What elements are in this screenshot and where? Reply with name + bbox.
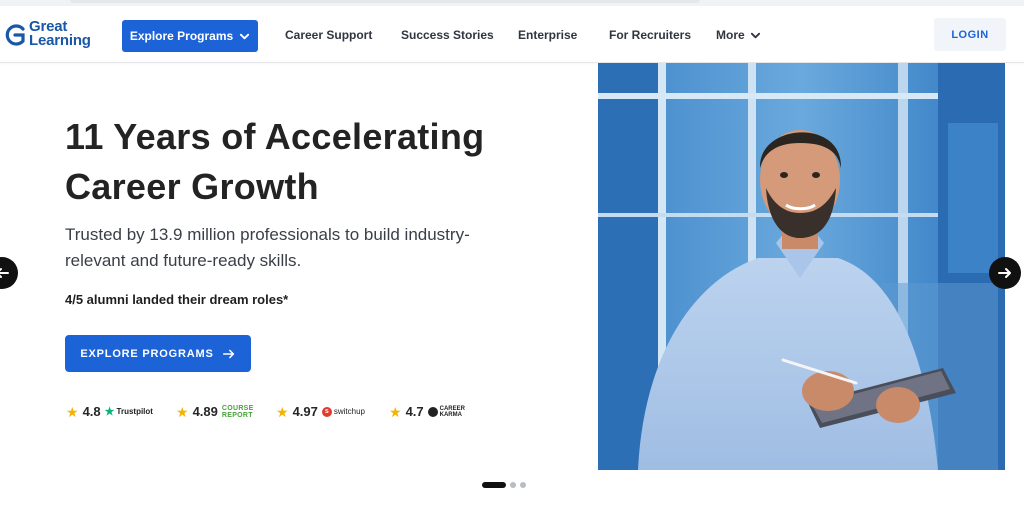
hero-subtitle-line-1: Trusted by 13.9 million professionals to… — [65, 225, 470, 244]
hero-subtitle: Trusted by 13.9 million professionals to… — [65, 222, 535, 274]
chevron-down-icon — [750, 32, 760, 38]
switchup-label: switchup — [333, 407, 365, 416]
carousel-dot[interactable] — [510, 482, 516, 488]
nav-label: More — [716, 28, 745, 42]
rating-value: 4.97 — [292, 404, 318, 419]
carousel-dot[interactable] — [520, 482, 526, 488]
cta-label: EXPLORE PROGRAMS — [80, 347, 214, 360]
nav-career-support[interactable]: Career Support — [285, 28, 372, 42]
trustpilot-star-icon: ★ — [104, 406, 115, 418]
rating-switchup: ★ 4.97 s switchup — [276, 404, 365, 419]
hero-title-line-1: 11 Years of Accelerating — [65, 116, 485, 157]
nav-label: Success Stories — [401, 28, 494, 42]
arrow-right-icon — [998, 268, 1011, 278]
course-report-line-2: REPORT — [221, 411, 253, 419]
career-karma-logo: CAREER KARMA — [427, 405, 465, 418]
great-learning-g-icon — [5, 24, 25, 46]
nav-label: Enterprise — [518, 28, 578, 42]
trustpilot-label: Trustpilot — [116, 407, 153, 416]
switchup-logo: s switchup — [321, 406, 365, 417]
star-icon: ★ — [66, 403, 79, 420]
hero-subtitle-line-2: relevant and future-ready skills. — [65, 251, 302, 270]
star-icon: ★ — [389, 403, 402, 420]
arrow-right-icon — [222, 349, 234, 358]
nav-enterprise[interactable]: Enterprise — [518, 28, 577, 42]
career-karma-line-2: KARMA — [439, 411, 462, 418]
career-karma-line-1: CAREER — [439, 405, 465, 412]
login-label: LOGIN — [951, 28, 989, 41]
arrow-left-icon — [0, 268, 9, 278]
nav-label: Career Support — [285, 28, 373, 42]
explore-programs-cta-button[interactable]: EXPLORE PROGRAMS — [65, 335, 251, 372]
great-learning-logo[interactable]: Great Learning — [4, 18, 100, 52]
rating-value: 4.89 — [192, 404, 218, 419]
explore-programs-button[interactable]: Explore Programs — [122, 20, 258, 52]
star-icon: ★ — [176, 403, 189, 420]
carousel-indicators — [482, 482, 526, 488]
carousel-prev-button[interactable] — [0, 257, 18, 289]
carousel-next-button[interactable] — [989, 257, 1021, 289]
rating-value: 4.7 — [405, 404, 424, 419]
course-report-line-1: COURSE — [221, 404, 254, 412]
rating-value: 4.8 — [82, 404, 101, 419]
chevron-down-icon — [240, 33, 250, 39]
site-header: Great Learning Explore Programs Career S… — [0, 6, 1024, 63]
logo-line-2: Learning — [29, 32, 91, 49]
nav-success-stories[interactable]: Success Stories — [401, 28, 494, 42]
nav-label: For Recruiters — [609, 28, 692, 42]
explore-programs-label: Explore Programs — [129, 29, 234, 43]
switchup-mark-icon: s — [321, 406, 332, 417]
nav-more[interactable]: More — [716, 28, 761, 42]
rating-course-report: ★ 4.89 COURSE REPORT — [176, 404, 254, 419]
ratings-row: ★ 4.8 ★ Trustpilot ★ 4.89 COURSE REPORT ★… — [66, 404, 486, 424]
rating-trustpilot: ★ 4.8 ★ Trustpilot — [66, 404, 153, 419]
hero-title-line-2: Career Growth — [65, 166, 319, 207]
logo-wordmark: Great Learning — [29, 19, 91, 49]
career-karma-mark-icon — [427, 406, 438, 417]
hero-title: 11 Years of Accelerating Career Growth — [65, 112, 585, 212]
rating-career-karma: ★ 4.7 CAREER KARMA — [389, 404, 465, 419]
nav-for-recruiters[interactable]: For Recruiters — [609, 28, 691, 42]
login-button[interactable]: LOGIN — [934, 18, 1006, 51]
hero-photo-illustration — [598, 63, 1005, 470]
top-strip-bar — [70, 0, 700, 3]
trustpilot-logo: ★ Trustpilot — [105, 405, 153, 418]
hero-image — [598, 63, 1005, 470]
star-icon: ★ — [276, 403, 289, 420]
alumni-stat: 4/5 alumni landed their dream roles* — [65, 292, 289, 307]
carousel-dot-active[interactable] — [482, 482, 506, 488]
course-report-logo: COURSE REPORT — [222, 405, 254, 419]
